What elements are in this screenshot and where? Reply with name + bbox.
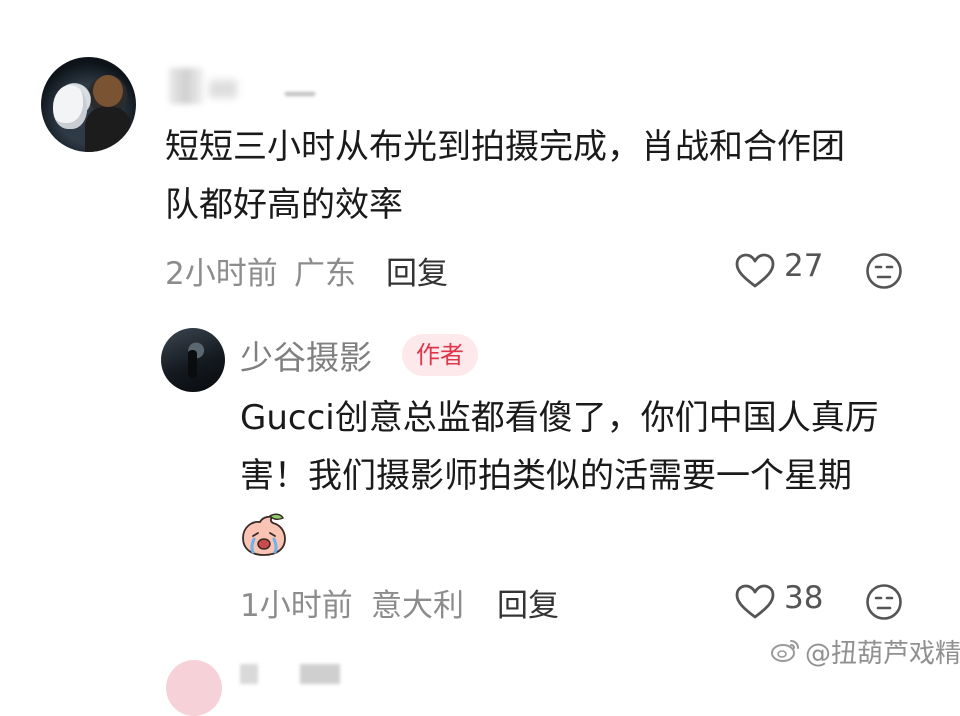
crying-peach-emoji (242, 513, 286, 556)
author-badge: 作者 (402, 334, 478, 376)
commenter-avatar[interactable] (41, 57, 136, 152)
weibo-icon (771, 640, 799, 662)
author-avatar[interactable] (161, 328, 225, 392)
like-count: 38 (784, 580, 824, 616)
heart-outline-icon[interactable] (735, 584, 775, 620)
face-icon[interactable] (865, 583, 903, 621)
reply-button[interactable]: 回复 (497, 580, 559, 625)
reply-button[interactable]: 回复 (386, 248, 448, 293)
person-figure (85, 107, 131, 152)
person-head (93, 75, 123, 107)
owl-figure (53, 85, 87, 129)
next-comment-username-blurred (240, 664, 400, 684)
author-name[interactable]: 少谷摄影 (240, 331, 372, 379)
heart-outline-icon[interactable] (735, 253, 775, 289)
face-icon[interactable] (865, 252, 903, 290)
watermark-text: @扭葫芦戏精 (805, 639, 960, 669)
silhouette-figure (188, 350, 197, 378)
comment-time: 2小时前 (165, 256, 278, 292)
comment-text: 短短三小时从布光到拍摄完成，肖战和合作团 队都好高的效率 (165, 127, 845, 225)
next-commenter-avatar[interactable] (166, 660, 222, 716)
comment-location: 广东 (294, 256, 356, 292)
reply-time: 1小时前 (240, 588, 353, 624)
commenter-username-blurred[interactable] (165, 66, 325, 106)
reply-location: 意大利 (371, 588, 464, 624)
like-count: 27 (784, 248, 824, 284)
reply-text: Gucci创意总监都看傻了，你们中国人真厉 害！我们摄影师拍类似的活需要一个星期 (240, 398, 879, 496)
